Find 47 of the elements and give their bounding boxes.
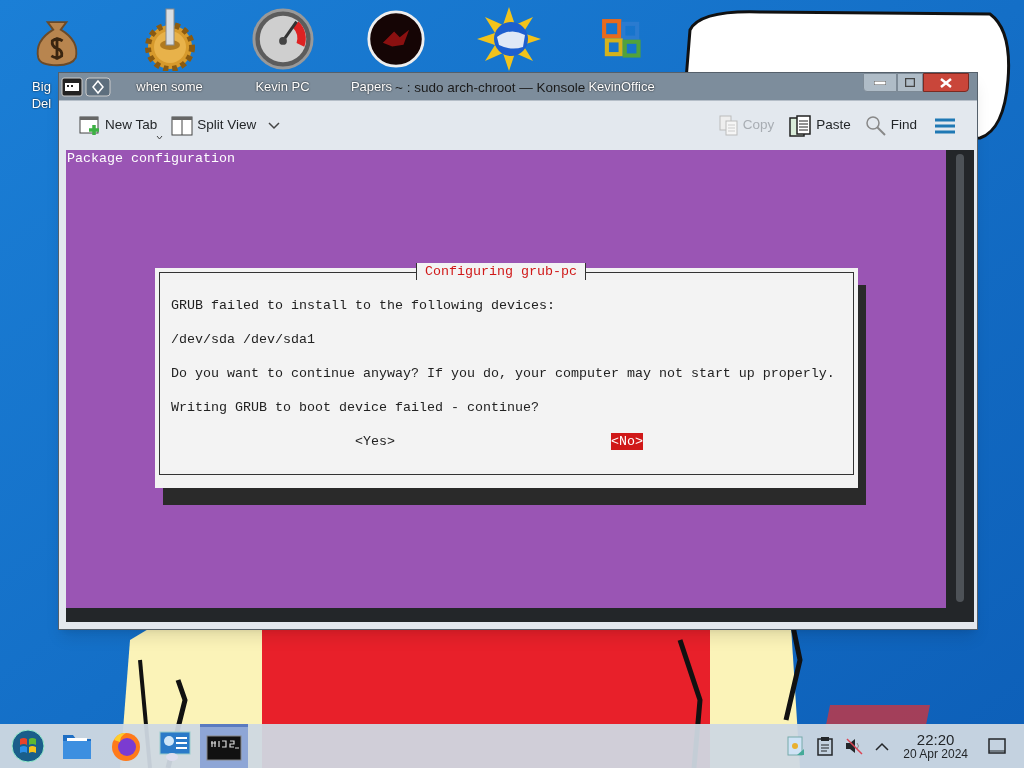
- browser-icon: [110, 730, 142, 762]
- copy-icon: [718, 114, 739, 137]
- window-menu-icon[interactable]: [61, 76, 83, 97]
- notes-icon[interactable]: [817, 736, 834, 756]
- keep-above-icon[interactable]: [85, 76, 111, 97]
- muted-speaker-icon[interactable]: [845, 737, 864, 755]
- close-icon: [940, 77, 952, 88]
- dialog-button[interactable]: <No>: [611, 433, 643, 450]
- taskbar-app[interactable]: [200, 724, 248, 768]
- new-tab-button[interactable]: New Tab: [77, 110, 160, 141]
- menu-icon: [935, 117, 955, 134]
- desktop-icon-label[interactable]: Papers: [350, 78, 393, 95]
- dialog-button[interactable]: <Yes>: [355, 433, 395, 450]
- maximize-icon: [905, 78, 915, 87]
- dialog-text: /dev/sda /dev/sda1: [171, 331, 315, 348]
- dialog-text: Do you want to continue anyway? If you do, your computer may not start up properly.: [171, 365, 835, 382]
- show-desktop-icon[interactable]: [988, 738, 1006, 754]
- clock-date[interactable]: 20 Apr 2024: [903, 748, 968, 761]
- dialog-text: Writing GRUB to boot device failed - continue?: [171, 399, 539, 416]
- terminal-icon: [206, 734, 242, 761]
- window-title: ~ : sudo arch-chroot — Konsole: [395, 79, 586, 97]
- desktop-app-icon[interactable]: [251, 8, 314, 70]
- clipboard-icon[interactable]: [787, 735, 806, 757]
- start-orb-icon: [11, 729, 45, 763]
- clock-time[interactable]: 22:20: [916, 731, 955, 748]
- desktop-icon-label[interactable]: KevinOffice: [588, 78, 655, 95]
- close-button[interactable]: [923, 73, 969, 92]
- paste-icon: [788, 114, 813, 137]
- dialog-text: GRUB failed to install to the following devices:: [171, 297, 555, 314]
- dialog-title: Configuring grub-pc: [416, 263, 586, 280]
- new-tab-icon: [79, 115, 101, 136]
- remote-icon: [158, 730, 192, 762]
- desktop-icon-label[interactable]: when some: [136, 78, 203, 95]
- desktop-icon-label[interactable]: Kevin PC: [255, 78, 310, 95]
- search-icon: [864, 114, 887, 137]
- find-button[interactable]: Find: [862, 110, 919, 141]
- minimize-button[interactable]: [863, 73, 897, 92]
- expand-tray-icon[interactable]: [875, 741, 890, 751]
- desktop-icon-label[interactable]: Big: [32, 78, 51, 95]
- terminal-screen[interactable]: [66, 150, 946, 608]
- split-view-icon: [171, 115, 194, 136]
- desktop-icon-label[interactable]: Del: [31, 95, 52, 112]
- minimize-icon: [874, 80, 886, 85]
- maximize-button[interactable]: [897, 73, 923, 92]
- split-view-button[interactable]: Split View: [169, 110, 283, 141]
- paste-button[interactable]: Paste: [786, 110, 853, 141]
- terminal-header: Package configuration: [67, 150, 235, 167]
